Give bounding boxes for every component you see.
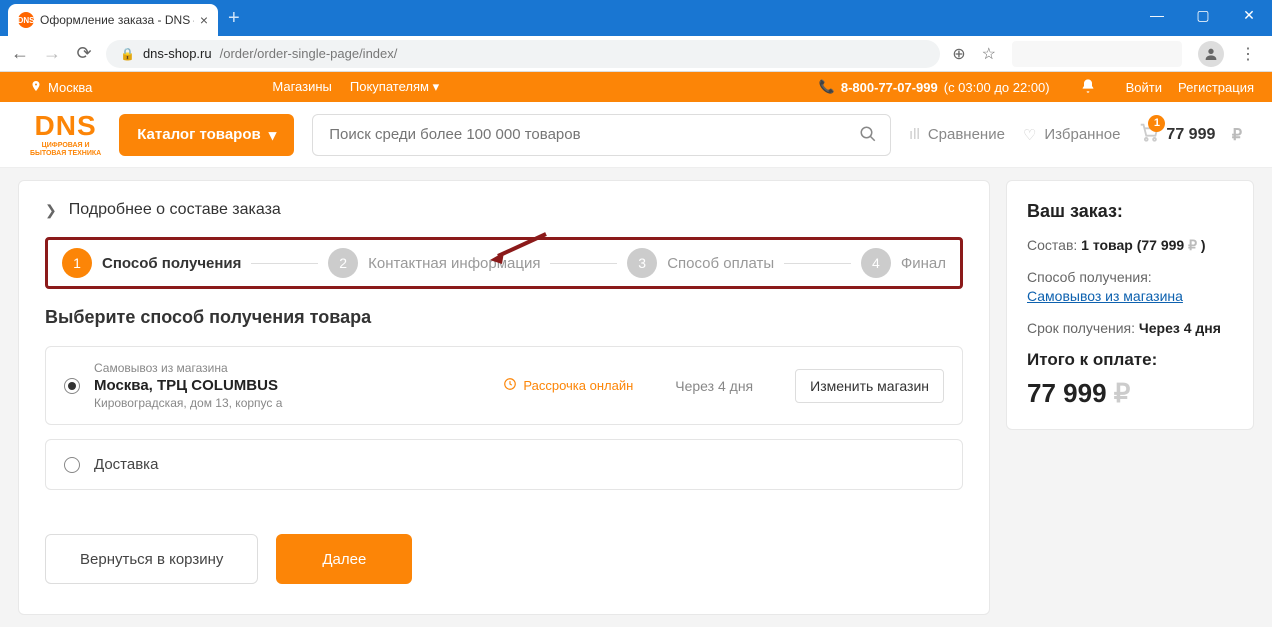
step-number: 3	[627, 248, 657, 278]
step-connector	[550, 263, 617, 264]
url-field[interactable]: 🔒 dns-shop.ru/order/order-single-page/in…	[106, 40, 940, 68]
close-tab-icon[interactable]: ×	[200, 12, 208, 28]
step-number: 1	[62, 248, 92, 278]
step-connector	[251, 263, 318, 264]
pickup-eta: Через 4 дня	[675, 378, 753, 394]
cart-link[interactable]: 1 77 999 ₽	[1138, 121, 1242, 149]
step-delivery-method[interactable]: 1 Способ получения	[62, 248, 241, 278]
order-summary: Ваш заказ: Состав: 1 товар (77 999 ₽ ) С…	[1006, 180, 1254, 430]
summary-total-label: Итого к оплате:	[1027, 350, 1233, 370]
summary-method: Способ получения: Самовывоз из магазина	[1027, 268, 1233, 307]
step-contact-info[interactable]: 2 Контактная информация	[328, 248, 540, 278]
favorites-link[interactable]: ♡ Избранное	[1023, 126, 1120, 144]
url-path: /order/order-single-page/index/	[220, 46, 398, 61]
browser-menu-icon[interactable]: ⋮	[1240, 44, 1256, 64]
nav-reload-button[interactable]: ⟳	[74, 43, 94, 64]
bars-icon: ıll	[909, 126, 920, 143]
summary-method-link[interactable]: Самовывоз из магазина	[1027, 288, 1183, 304]
profile-avatar-icon[interactable]	[1198, 41, 1224, 67]
chevron-down-icon: ❯	[45, 202, 57, 219]
install-app-icon[interactable]: ⊕	[952, 44, 965, 64]
change-store-button[interactable]: Изменить магазин	[795, 369, 944, 403]
nav-forward-button[interactable]: →	[42, 43, 62, 64]
cart-badge: 1	[1148, 115, 1165, 132]
phone-number: 8-800-77-07-999	[841, 80, 938, 95]
search-icon[interactable]	[859, 125, 877, 148]
heart-icon: ♡	[1023, 126, 1036, 144]
cart-total: 77 999	[1166, 126, 1215, 144]
register-link[interactable]: Регистрация	[1178, 80, 1254, 95]
checkout-steps: 1 Способ получения 2 Контактная информац…	[45, 237, 963, 289]
login-link[interactable]: Войти	[1126, 80, 1162, 95]
checkout-main: ❯ Подробнее о составе заказа 1 Способ по…	[18, 180, 990, 615]
installment-link[interactable]: Рассрочка онлайн	[503, 377, 633, 394]
search-input[interactable]	[312, 114, 891, 156]
new-tab-button[interactable]: +	[228, 7, 240, 30]
window-maximize-button[interactable]: ▢	[1180, 0, 1226, 30]
ruble-icon: ₽	[1232, 125, 1242, 145]
window-minimize-button[interactable]: —	[1134, 0, 1180, 30]
bookmark-star-icon[interactable]: ☆	[982, 44, 996, 64]
step-label: Способ оплаты	[667, 255, 774, 272]
pickup-address: Кировоградская, дом 13, корпус а	[94, 396, 489, 410]
pin-icon	[30, 79, 42, 96]
chevron-down-icon: ▾	[269, 126, 277, 144]
city-selector[interactable]: Москва	[30, 79, 92, 96]
favicon: DNS	[18, 12, 34, 28]
accordion-label: Подробнее о составе заказа	[69, 201, 281, 219]
extensions-area	[1012, 41, 1182, 67]
url-host: dns-shop.ru	[143, 46, 212, 61]
logo[interactable]: DNS ЦИФРОВАЯ И БЫТОВАЯ ТЕХНИКА	[30, 112, 101, 157]
chevron-down-icon: ▾	[433, 79, 440, 94]
delivery-option-card[interactable]: Доставка	[45, 439, 963, 490]
step-connector	[784, 263, 851, 264]
pickup-option-card[interactable]: Самовывоз из магазина Москва, ТРЦ COLUMB…	[45, 346, 963, 425]
tab-title: Оформление заказа - DNS – ин	[40, 13, 194, 27]
radio-delivery[interactable]	[64, 457, 80, 473]
compare-link[interactable]: ıll Сравнение	[909, 126, 1005, 143]
summary-composition: Состав: 1 товар (77 999 ₽ )	[1027, 236, 1233, 256]
pickup-subtitle: Самовывоз из магазина	[94, 361, 489, 375]
section-heading: Выберите способ получения товара	[45, 307, 963, 328]
phone-icon: 📞	[819, 79, 835, 95]
logo-text: DNS	[35, 112, 97, 140]
nav-stores[interactable]: Магазины	[272, 79, 332, 95]
nav-buyers[interactable]: Покупателям ▾	[350, 79, 439, 95]
order-details-accordion[interactable]: ❯ Подробнее о составе заказа	[45, 201, 963, 219]
step-label: Контактная информация	[368, 255, 540, 272]
bell-icon[interactable]	[1080, 78, 1096, 97]
summary-total-value: 77 999 ₽	[1027, 378, 1233, 409]
step-label: Финал	[901, 255, 946, 272]
step-final[interactable]: 4 Финал	[861, 248, 946, 278]
browser-address-bar: ← → ⟳ 🔒 dns-shop.ru/order/order-single-p…	[0, 36, 1272, 72]
browser-tab[interactable]: DNS Оформление заказа - DNS – ин ×	[8, 4, 218, 36]
next-button[interactable]: Далее	[276, 534, 412, 584]
logo-subtitle: ЦИФРОВАЯ И БЫТОВАЯ ТЕХНИКА	[30, 142, 101, 157]
clock-icon	[503, 377, 517, 394]
browser-tab-strip: DNS Оформление заказа - DNS – ин × + — ▢…	[0, 0, 1272, 36]
phone-block[interactable]: 📞 8-800-77-07-999 (с 03:00 до 22:00)	[819, 79, 1050, 95]
summary-title: Ваш заказ:	[1027, 201, 1233, 222]
step-label: Способ получения	[102, 255, 241, 272]
top-utility-bar: Москва Магазины Покупателям ▾ 📞 8-800-77…	[0, 72, 1272, 102]
step-number: 4	[861, 248, 891, 278]
delivery-label: Доставка	[94, 456, 158, 473]
catalog-button[interactable]: Каталог товаров ▾	[119, 114, 294, 156]
step-payment[interactable]: 3 Способ оплаты	[627, 248, 774, 278]
window-close-button[interactable]: ✕	[1226, 0, 1272, 30]
step-number: 2	[328, 248, 358, 278]
back-to-cart-button[interactable]: Вернуться в корзину	[45, 534, 258, 584]
city-label: Москва	[48, 80, 92, 95]
nav-back-button[interactable]: ←	[10, 43, 30, 64]
search-box	[312, 114, 891, 156]
phone-hours: (с 03:00 до 22:00)	[944, 80, 1050, 95]
site-header: DNS ЦИФРОВАЯ И БЫТОВАЯ ТЕХНИКА Каталог т…	[0, 102, 1272, 168]
radio-pickup[interactable]	[64, 378, 80, 394]
summary-eta: Срок получения: Через 4 дня	[1027, 319, 1233, 339]
pickup-store-title: Москва, ТРЦ COLUMBUS	[94, 377, 489, 394]
lock-icon: 🔒	[120, 47, 135, 61]
